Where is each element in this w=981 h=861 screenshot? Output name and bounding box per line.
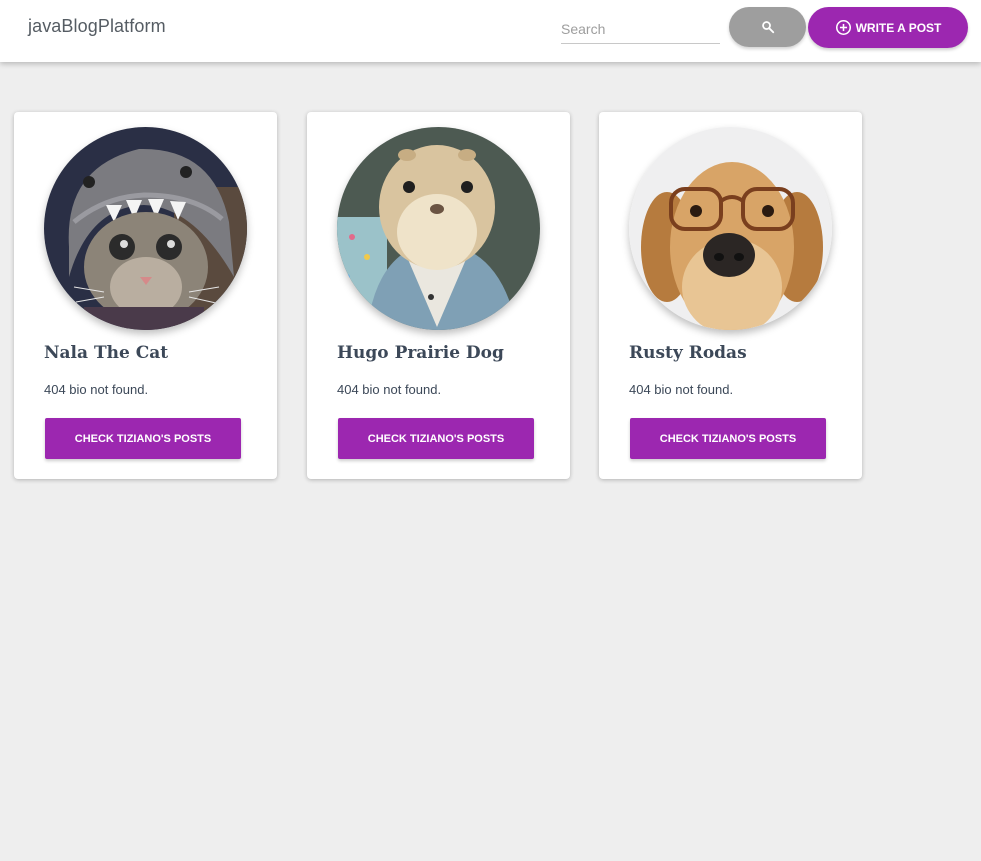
author-bio: 404 bio not found. — [337, 382, 442, 397]
author-card: Hugo Prairie Dog 404 bio not found. CHEC… — [307, 112, 570, 479]
top-navbar: javaBlogPlatform WRITE A POST — [0, 0, 981, 62]
write-post-label: WRITE A POST — [855, 20, 942, 35]
search-input[interactable] — [561, 12, 720, 43]
search-button[interactable] — [729, 7, 806, 47]
search-field — [561, 12, 720, 44]
brand-title[interactable]: javaBlogPlatform — [28, 16, 166, 37]
author-bio: 404 bio not found. — [629, 382, 734, 397]
author-avatar-cat — [44, 127, 247, 330]
plus-circle-icon — [835, 19, 851, 36]
author-name: Hugo Prairie Dog — [337, 343, 504, 363]
author-card: Rusty Rodas 404 bio not found. CHECK TIZ… — [599, 112, 862, 479]
check-posts-button[interactable]: CHECK TIZIANO'S POSTS — [338, 418, 534, 459]
author-name: Rusty Rodas — [629, 343, 747, 363]
check-posts-button[interactable]: CHECK TIZIANO'S POSTS — [45, 418, 241, 459]
author-name: Nala The Cat — [44, 343, 169, 363]
check-posts-button[interactable]: CHECK TIZIANO'S POSTS — [630, 418, 826, 459]
write-post-button[interactable]: WRITE A POST — [808, 7, 968, 48]
author-bio: 404 bio not found. — [44, 382, 149, 397]
search-icon — [761, 21, 774, 34]
author-card: Nala The Cat 404 bio not found. CHECK TI… — [14, 112, 277, 479]
author-avatar-dog — [629, 127, 832, 330]
author-avatar-prairie-dog — [337, 127, 540, 330]
